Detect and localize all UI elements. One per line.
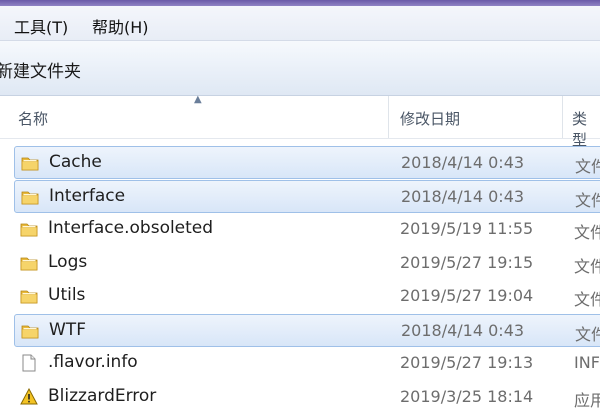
- file-row[interactable]: Interface.obsoleted 2019/5/19 11:55 文件: [14, 213, 600, 246]
- folder-icon: [20, 287, 38, 305]
- file-type: 文件: [574, 256, 600, 276]
- file-type: 文件: [574, 290, 600, 309]
- folder-icon: [21, 154, 39, 172]
- file-modified-date: 2018/4/14 0:43: [401, 320, 525, 340]
- menu-help[interactable]: 帮助(H): [92, 14, 149, 38]
- column-header-modified[interactable]: 修改日期: [400, 108, 460, 129]
- file-row[interactable]: .flavor.info 2019/5/27 19:13 INF: [14, 347, 600, 380]
- file-name: BlizzardError: [48, 385, 157, 406]
- command-toolbar: 新建文件夹: [0, 41, 600, 96]
- file-type: 文件: [575, 190, 600, 210]
- file-type: 文件: [574, 223, 600, 242]
- column-header-type[interactable]: 类型: [572, 108, 600, 150]
- file-name: Logs: [48, 251, 88, 272]
- column-header-name[interactable]: 名称: [18, 108, 48, 129]
- file-row[interactable]: Interface 2018/4/14 0:43 文件: [14, 179, 600, 213]
- file-type: 文件: [575, 324, 600, 344]
- folder-icon: [21, 188, 39, 206]
- file-type: INF: [574, 353, 600, 372]
- file-modified-date: 2019/5/27 19:15: [400, 252, 534, 272]
- file-row[interactable]: Logs 2019/5/27 19:15 文件: [14, 247, 600, 280]
- warning-icon: [20, 387, 38, 406]
- folder-icon: [21, 322, 39, 340]
- column-divider[interactable]: [562, 96, 563, 138]
- file-modified-date: 2018/4/14 0:43: [401, 186, 525, 206]
- file-name: WTF: [49, 319, 86, 340]
- file-modified-date: 2018/4/14 0:43: [401, 153, 525, 172]
- new-folder-button[interactable]: 新建文件夹: [0, 57, 81, 82]
- file-modified-date: 2019/5/27 19:04: [400, 286, 534, 305]
- file-modified-date: 2019/5/19 11:55: [400, 219, 534, 238]
- menu-bar: 工具(T) 帮助(H): [0, 6, 600, 41]
- file-icon: [20, 354, 38, 372]
- file-modified-date: 2019/5/27 19:13: [400, 353, 534, 372]
- file-type: 文件: [575, 157, 600, 176]
- file-type: 应用: [574, 390, 600, 410]
- file-row[interactable]: BlizzardError 2019/3/25 18:14 应用: [14, 381, 600, 414]
- column-divider[interactable]: [388, 96, 389, 138]
- column-header: ▲ 名称 修改日期 类型: [0, 94, 600, 149]
- file-name: Interface: [49, 185, 126, 206]
- file-name: .flavor.info: [48, 352, 138, 372]
- file-row[interactable]: WTF 2018/4/14 0:43 文件: [14, 313, 600, 347]
- folder-icon: [20, 220, 38, 238]
- folder-icon: [20, 254, 38, 272]
- file-row[interactable]: Cache 2018/4/14 0:43 文件: [14, 146, 600, 179]
- file-modified-date: 2019/3/25 18:14: [400, 386, 534, 406]
- file-name: Interface.obsoleted: [48, 218, 214, 238]
- file-list: ▲ 名称 修改日期 类型 Cache 2018/4/14 0:43 文件 Interf…: [0, 94, 600, 410]
- sort-ascending-icon: ▲: [194, 94, 202, 105]
- menu-tools[interactable]: 工具(T): [14, 14, 68, 38]
- file-name: Cache: [49, 152, 102, 172]
- file-name: Utils: [48, 285, 86, 305]
- file-row[interactable]: Utils 2019/5/27 19:04 文件: [14, 280, 600, 313]
